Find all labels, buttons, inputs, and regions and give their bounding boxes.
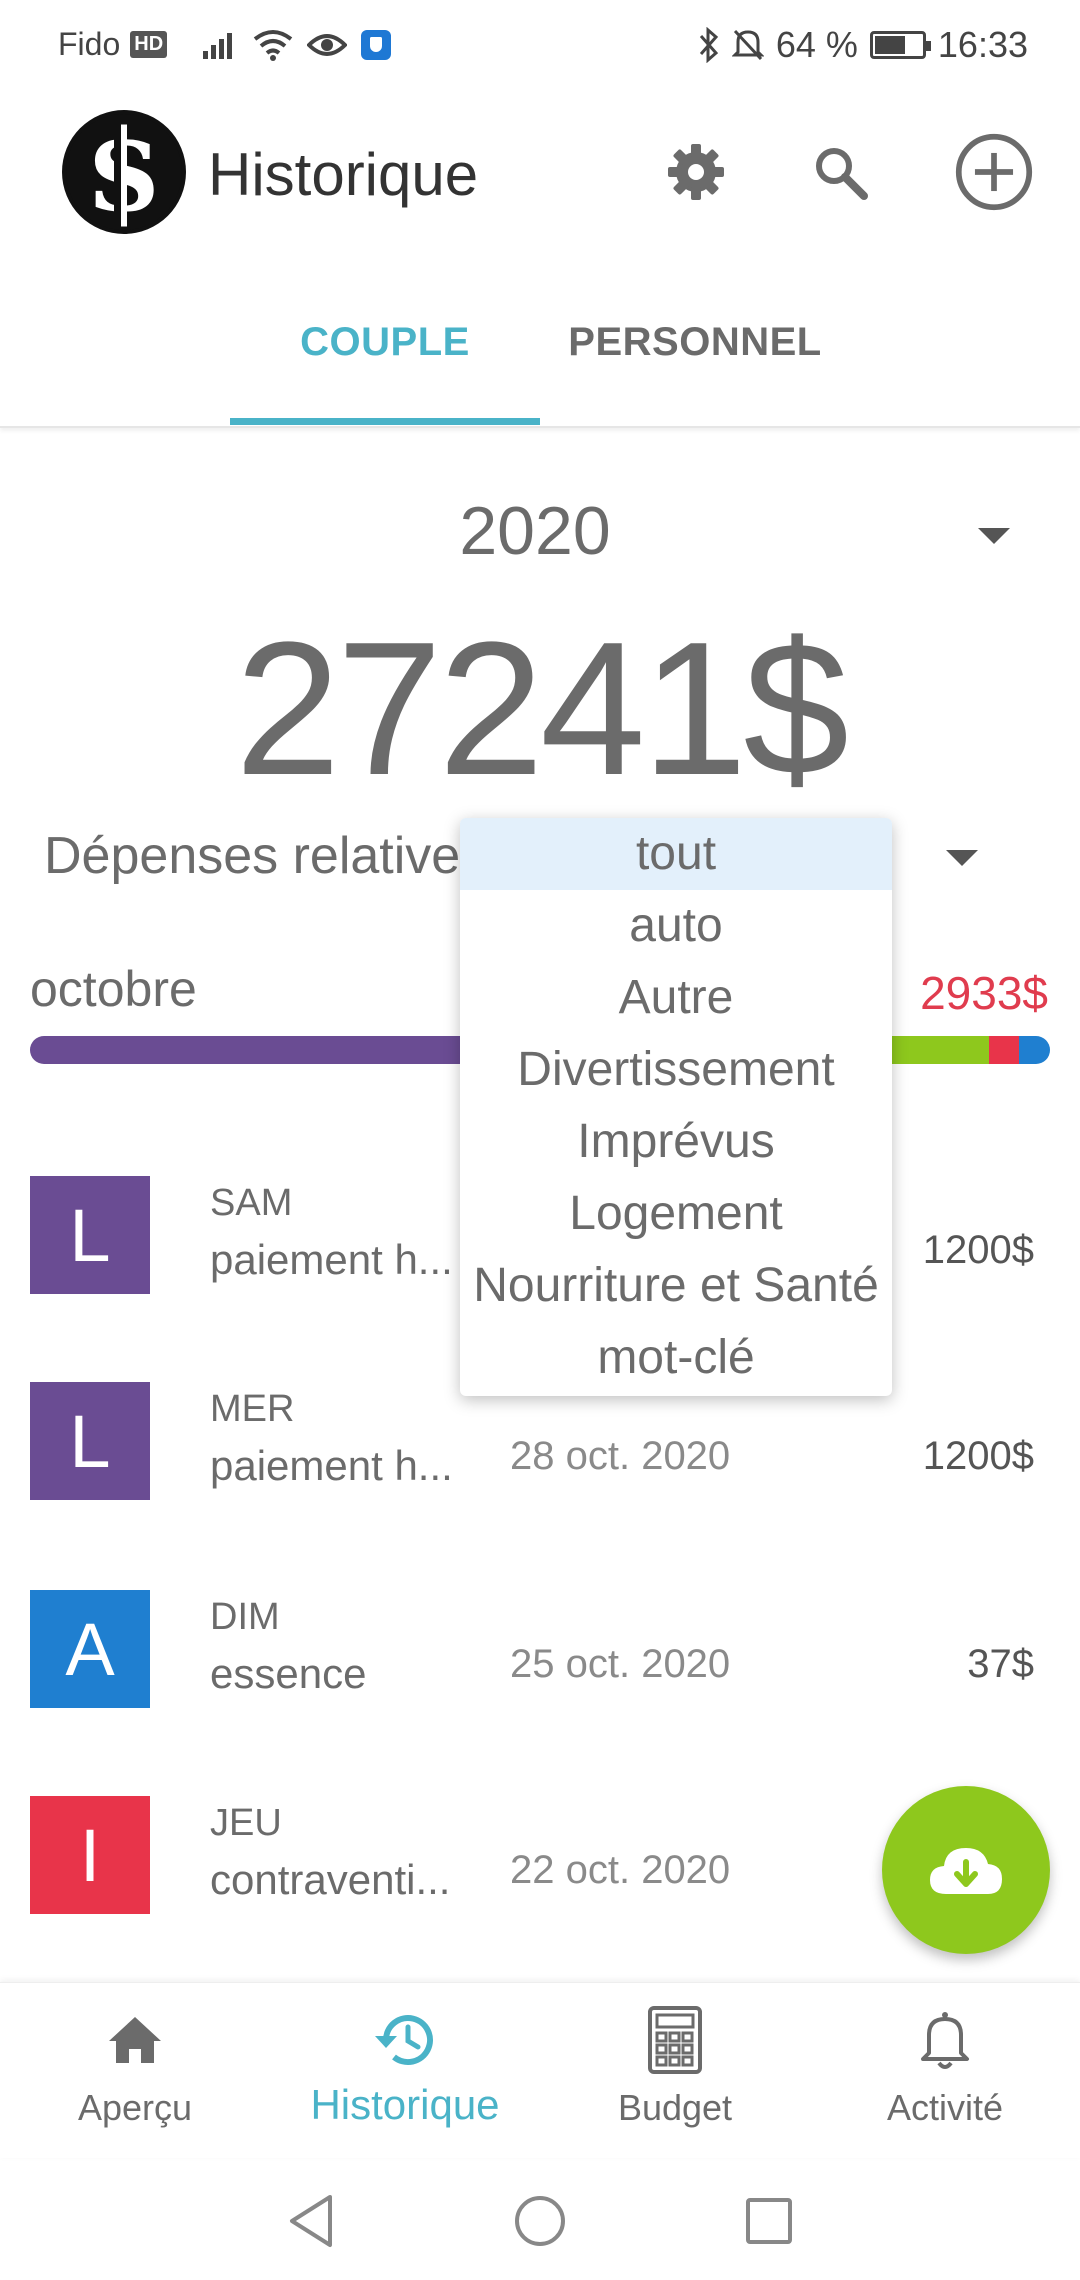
bar-segment (1019, 1036, 1050, 1064)
tab-personnel[interactable]: PERSONNEL (540, 320, 850, 428)
settings-icon (668, 144, 724, 200)
transaction-amount: 1200$ (922, 1228, 1034, 1272)
page-title: Historique (208, 141, 479, 208)
category-badge: L (30, 1176, 150, 1294)
wifi-icon (253, 29, 293, 61)
carrier-name: Fido (58, 26, 121, 62)
category-dropdown-caret-icon[interactable] (946, 850, 978, 866)
system-navigation-bar (0, 2158, 1080, 2280)
cloud-download-icon (930, 1848, 1002, 1894)
nav-activite[interactable]: Activité (810, 1983, 1080, 2159)
bar-segment (988, 1036, 1020, 1064)
category-filter-label: Dépenses relatives à (44, 827, 530, 885)
svg-text:$: $ (85, 110, 163, 234)
calculator-icon (648, 2006, 702, 2074)
year-selector[interactable]: 2020 (0, 492, 1070, 570)
battery-percent: 64 % (775, 24, 858, 65)
dropdown-option-autre[interactable]: Autre (460, 962, 892, 1034)
add-circle-icon (955, 133, 1033, 211)
transaction-date: 22 oct. 2020 (510, 1848, 731, 1892)
category-badge: I (30, 1796, 150, 1914)
transaction-day: MER (210, 1388, 295, 1430)
battery-icon (869, 31, 931, 59)
status-left: Fido HD (58, 26, 392, 63)
recents-square-icon (746, 2198, 792, 2244)
bottom-navigation: Aperçu Historique Budget Activité (0, 1982, 1080, 2158)
category-badge: A (30, 1590, 150, 1708)
home-icon (109, 2017, 161, 2063)
bell-off-icon (731, 29, 764, 61)
vpn-shield-icon (361, 29, 392, 60)
dropdown-option-imprevus[interactable]: Imprévus (460, 1106, 892, 1178)
system-recents-button[interactable] (734, 2186, 804, 2256)
transaction-amount: 1200$ (922, 1434, 1034, 1478)
category-badge: L (30, 1382, 150, 1500)
nav-label: Historique (310, 2081, 500, 2128)
status-bar: Fido HD 64 % 16:33 (0, 0, 1080, 90)
tab-indicator (230, 418, 540, 425)
nav-historique[interactable]: Historique (270, 1983, 540, 2159)
transaction-row[interactable]: L MER paiement h... 28 oct. 2020 1200$ (0, 1382, 1080, 1532)
transaction-day: DIM (210, 1596, 280, 1638)
dropdown-option-divertissement[interactable]: Divertissement (460, 1034, 892, 1106)
carrier-hd-badge: HD (130, 31, 168, 58)
tab-couple[interactable]: COUPLE (230, 320, 540, 428)
transaction-date: 25 oct. 2020 (510, 1642, 731, 1686)
search-button[interactable] (800, 132, 880, 212)
transaction-description: paiement h... (210, 1442, 453, 1489)
transaction-day: SAM (210, 1182, 293, 1224)
app-header: $ Historique (0, 100, 1080, 250)
nav-apercu[interactable]: Aperçu (0, 1983, 270, 2159)
clock: 16:33 (937, 24, 1028, 65)
transaction-amount: 37$ (967, 1642, 1034, 1686)
dropdown-option-nourriture-et-sante[interactable]: Nourriture et Santé (460, 1250, 892, 1322)
back-triangle-icon (290, 2195, 332, 2247)
app-logo: $ (62, 106, 186, 237)
dropdown-option-mot-cle[interactable]: mot-clé (460, 1322, 892, 1394)
transaction-description: essence (210, 1650, 367, 1697)
total-amount: 27241$ (234, 603, 849, 815)
eye-icon (307, 33, 348, 56)
transaction-date: 28 oct. 2020 (510, 1434, 731, 1478)
transaction-row[interactable]: A DIM essence 25 oct. 2020 37$ (0, 1590, 1080, 1740)
history-icon (375, 2015, 433, 2066)
dropdown-option-auto[interactable]: auto (460, 890, 892, 962)
category-dropdown-menu: tout auto Autre Divertissement Imprévus … (460, 818, 892, 1396)
download-fab[interactable] (882, 1786, 1050, 1954)
system-home-button[interactable] (505, 2186, 575, 2256)
home-circle-icon (515, 2196, 565, 2246)
month-label: octobre (30, 961, 197, 1017)
add-button[interactable] (954, 132, 1034, 212)
nav-label: Budget (617, 2087, 733, 2128)
system-back-button[interactable] (276, 2186, 346, 2256)
nav-budget[interactable]: Budget (540, 1983, 810, 2159)
nav-label: Activité (886, 2087, 1004, 2128)
month-amount: 2933$ (920, 967, 1048, 1019)
signal-icon (203, 32, 233, 59)
bell-icon (921, 2012, 969, 2069)
search-icon (816, 148, 868, 200)
nav-label: Aperçu (77, 2087, 193, 2128)
dollar-logo-icon: $ (66, 106, 182, 237)
settings-button[interactable] (656, 132, 736, 212)
status-icons (203, 29, 392, 61)
transaction-description: contraventi... (210, 1856, 451, 1903)
dropdown-option-logement[interactable]: Logement (460, 1178, 892, 1250)
status-right: 64 % 16:33 (698, 24, 1028, 66)
dropdown-option-tout[interactable]: tout (460, 818, 892, 890)
bluetooth-icon (699, 27, 718, 63)
tab-bar: COUPLE PERSONNEL (0, 290, 1080, 428)
transaction-description: paiement h... (210, 1236, 453, 1283)
transaction-day: JEU (210, 1802, 282, 1844)
year-dropdown-caret-icon[interactable] (978, 528, 1010, 544)
